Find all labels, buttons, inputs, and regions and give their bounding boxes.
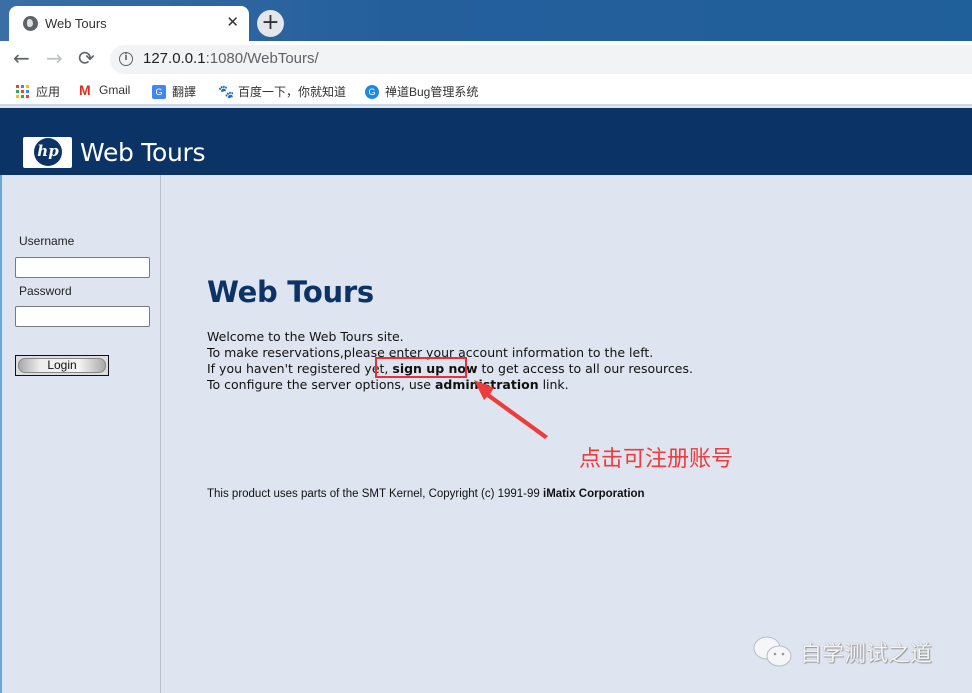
banner-title: Web Tours: [80, 138, 206, 167]
bookmark-label: 翻譯: [172, 85, 197, 99]
browser-toolbar: ← → ⟳ i 127.0.0.1:1080/WebTours/: [0, 41, 972, 77]
globe-icon: [23, 16, 38, 31]
new-tab-button[interactable]: +: [257, 10, 284, 37]
translate-icon: G: [152, 84, 166, 99]
signup-highlight-box: [375, 357, 467, 378]
wechat-icon: [753, 636, 792, 667]
sidebar-edge: [0, 175, 2, 693]
bookmark-apps[interactable]: 应用: [16, 83, 60, 100]
admin-line: To configure the server options, use adm…: [207, 377, 693, 393]
bookmark-label: 禅道Bug管理系统: [385, 85, 479, 99]
password-label: Password: [19, 284, 72, 298]
close-tab-icon[interactable]: ✕: [226, 13, 239, 31]
zentao-icon: G: [365, 84, 379, 99]
hp-logo-mark: hp: [34, 138, 62, 166]
admin-pre: To configure the server options, use: [207, 377, 435, 392]
bookmark-translate[interactable]: G 翻譯: [152, 83, 196, 100]
forward-button[interactable]: →: [46, 47, 63, 69]
username-input[interactable]: [15, 257, 150, 278]
annotation-arrow-icon: [474, 380, 548, 439]
bookmark-baidu[interactable]: 🐾 百度一下，你就知道: [218, 83, 346, 100]
apps-icon: [16, 84, 30, 99]
tab-title: Web Tours: [45, 16, 107, 31]
footer-text: This product uses parts of the SMT Kerne…: [207, 488, 543, 500]
bookmark-zentao[interactable]: G 禅道Bug管理系统: [365, 83, 478, 100]
url-host: 127.0.0.1: [143, 50, 206, 67]
password-input[interactable]: [15, 306, 150, 327]
bookmark-label: 应用: [36, 85, 61, 99]
bookmark-label: 百度一下，你就知道: [238, 85, 347, 99]
watermark-text: 自学测试之道: [800, 642, 933, 667]
url-path: :1080/WebTours/: [205, 50, 319, 67]
url-text[interactable]: 127.0.0.1:1080/WebTours/: [143, 50, 319, 67]
bookmark-label: Gmail: [99, 83, 131, 97]
site-banner: hp Web Tours: [0, 108, 972, 175]
back-button[interactable]: ←: [13, 47, 30, 69]
hp-logo: hp: [23, 137, 72, 168]
browser-tab[interactable]: Web Tours ✕: [9, 6, 249, 41]
page-title: Web Tours: [207, 275, 374, 309]
bookmark-gmail[interactable]: M Gmail: [79, 83, 130, 97]
gmail-icon: M: [79, 82, 91, 98]
reload-button[interactable]: ⟳: [78, 47, 95, 69]
info-icon[interactable]: i: [119, 52, 133, 66]
watermark: 自学测试之道: [752, 635, 932, 669]
welcome-line: Welcome to the Web Tours site.: [207, 329, 404, 344]
login-button-label: Login: [18, 358, 106, 373]
web-page: hp Web Tours Username Password Login Web…: [0, 108, 972, 693]
browser-tabstrip: Web Tours ✕ +: [0, 0, 972, 41]
username-label: Username: [19, 234, 75, 248]
baidu-icon: 🐾: [218, 83, 235, 99]
login-button[interactable]: Login: [15, 355, 109, 376]
bookmarks-bar: 应用 M Gmail G 翻譯 🐾 百度一下，你就知道 G 禅道Bug管理系统: [0, 77, 972, 106]
annotation-text: 点击可注册账号: [579, 447, 734, 472]
footer-company: iMatix Corporation: [543, 488, 645, 500]
copyright-footer: This product uses parts of the SMT Kerne…: [207, 488, 645, 500]
address-bar[interactable]: i 127.0.0.1:1080/WebTours/: [110, 45, 972, 74]
arrow-shape: [474, 380, 548, 439]
login-sidebar: Username Password Login: [0, 175, 161, 693]
register-pre: If you haven't registered yet,: [207, 361, 393, 376]
